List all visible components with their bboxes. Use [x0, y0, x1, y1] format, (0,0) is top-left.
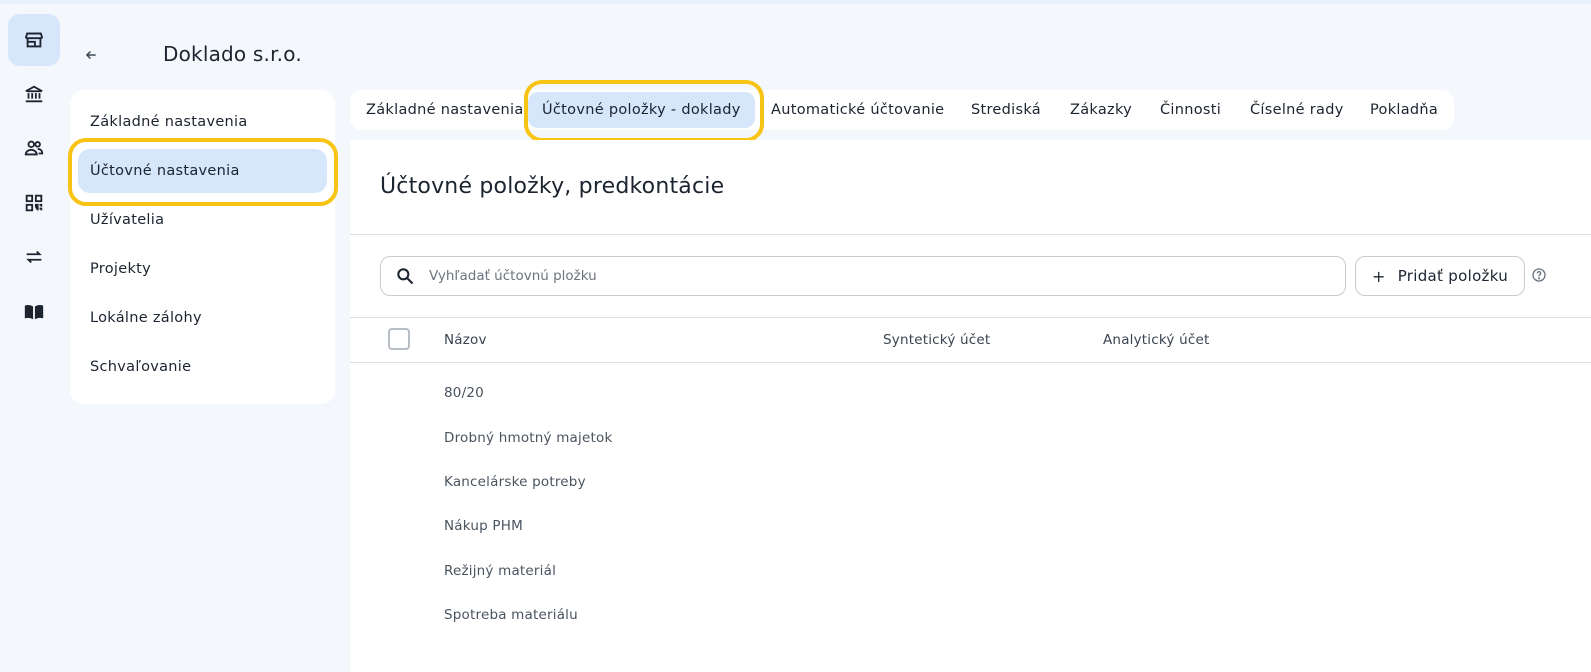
search-box[interactable]	[380, 256, 1346, 296]
menu-item-approval[interactable]: Schvaľovanie	[78, 345, 327, 389]
tab-orders[interactable]: Zákazky	[1070, 90, 1132, 130]
menu-item-users[interactable]: Užívatelia	[78, 198, 327, 242]
tab-cost-centers[interactable]: Strediská	[971, 90, 1041, 130]
rail-qr-button[interactable]	[8, 177, 60, 229]
rail-bank-button[interactable]	[8, 68, 60, 120]
tab-basic-settings[interactable]: Základné nastavenia	[366, 90, 524, 130]
tab-activities[interactable]: Činnosti	[1160, 90, 1221, 130]
qr-code-icon	[25, 194, 43, 212]
toolbar-divider	[350, 317, 1591, 318]
tab-number-series[interactable]: Číselné rady	[1250, 90, 1344, 130]
rail-transfer-button[interactable]	[8, 231, 60, 283]
add-item-button[interactable]: + Pridať položku	[1355, 256, 1525, 296]
menu-item-accounting-settings[interactable]: Účtovné nastavenia	[78, 149, 327, 193]
table-row[interactable]: Nákup PHM	[444, 518, 523, 534]
people-icon	[24, 140, 44, 156]
tab-cash-register[interactable]: Pokladňa	[1370, 90, 1438, 130]
transfer-icon	[26, 250, 42, 264]
search-input[interactable]	[429, 268, 1309, 284]
company-title: Doklado s.r.o.	[163, 42, 302, 66]
column-header-name[interactable]: Názov	[444, 332, 487, 348]
back-button[interactable]	[78, 42, 104, 68]
app-rail	[0, 0, 68, 672]
add-item-label: Pridať položku	[1397, 267, 1509, 285]
column-header-analytic-account[interactable]: Analytický účet	[1103, 332, 1209, 348]
heading-divider	[350, 234, 1591, 235]
bank-icon	[25, 85, 43, 103]
column-header-synthetic-account[interactable]: Syntetický účet	[883, 332, 990, 348]
table-row[interactable]: Kancelárske potreby	[444, 474, 586, 490]
store-icon	[24, 32, 44, 48]
rail-store-button[interactable]	[8, 14, 60, 66]
settings-menu: Základné nastavenia Účtovné nastavenia U…	[70, 90, 335, 404]
top-strip	[0, 0, 1591, 4]
book-icon	[24, 304, 44, 320]
tab-accounting-items[interactable]: Účtovné položky - doklady	[528, 92, 755, 128]
arrow-left-icon	[85, 50, 96, 60]
page-title: Účtovné položky, predkontácie	[380, 174, 725, 199]
menu-item-basic-settings[interactable]: Základné nastavenia	[78, 100, 327, 144]
rail-book-button[interactable]	[8, 286, 60, 338]
tab-bar: Základné nastavenia Účtovné položky - do…	[350, 90, 1454, 130]
table-row[interactable]: Režijný materiál	[444, 563, 556, 579]
main-panel: Účtovné položky, predkontácie + Pridať p…	[350, 140, 1591, 672]
table-row[interactable]: Spotreba materiálu	[444, 607, 578, 623]
plus-icon: +	[1372, 266, 1386, 286]
search-icon	[397, 268, 414, 285]
table-row[interactable]: 80/20	[444, 385, 484, 401]
menu-item-projects[interactable]: Projekty	[78, 247, 327, 291]
help-icon[interactable]	[1531, 267, 1547, 283]
rail-people-button[interactable]	[8, 122, 60, 174]
menu-item-local-backups[interactable]: Lokálne zálohy	[78, 296, 327, 340]
select-all-checkbox[interactable]	[388, 328, 410, 350]
table-header-divider	[350, 362, 1591, 363]
tab-automatic-accounting[interactable]: Automatické účtovanie	[771, 90, 944, 130]
table-row[interactable]: Drobný hmotný majetok	[444, 430, 612, 446]
